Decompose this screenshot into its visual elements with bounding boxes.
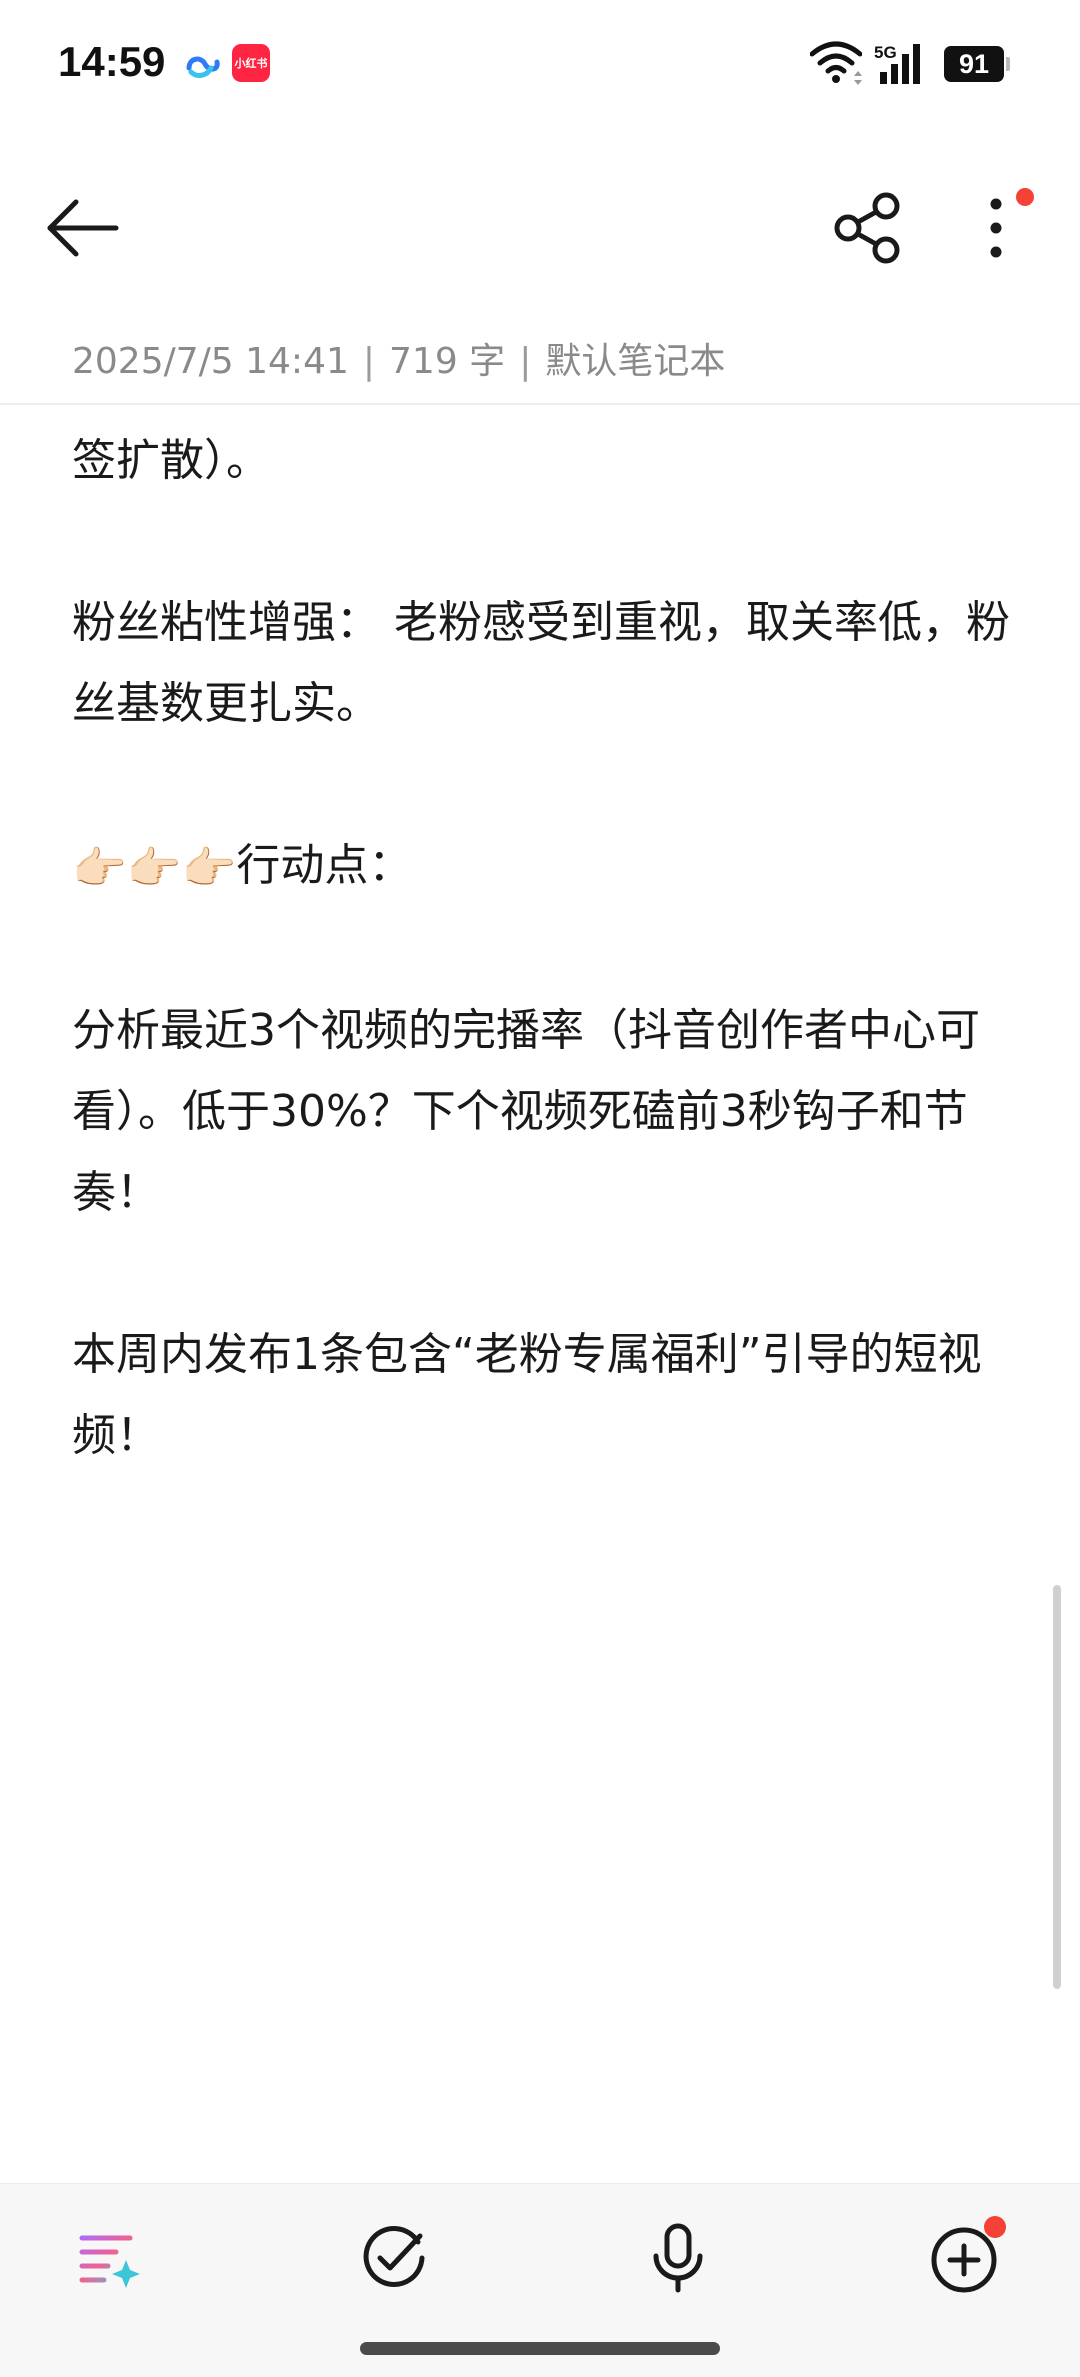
svg-text:5G: 5G (874, 43, 897, 62)
back-button[interactable] (46, 196, 122, 260)
status-time: 14:59 (58, 38, 166, 85)
xiaohongshu-icon: 小红书 (232, 44, 270, 82)
note-meta: 2025/7/5 14:41 | 719 字 | 默认笔记本 (72, 332, 725, 384)
baidu-netdisk-icon (186, 56, 220, 78)
checklist-button[interactable] (356, 2220, 432, 2296)
battery-indicator: 91 (944, 46, 1010, 82)
word-count: 719 字 (389, 341, 506, 382)
paragraph: 粉丝粘性增强： 老粉感受到重视，取关率低，粉丝基数更扎实。 (72, 597, 1010, 729)
notification-dot (1016, 188, 1034, 206)
battery-level: 91 (944, 46, 1004, 82)
more-options-button[interactable] (970, 190, 1022, 266)
ai-format-button[interactable] (70, 2220, 146, 2296)
scrollbar[interactable] (1053, 1585, 1061, 1989)
checklist-icon (363, 2226, 425, 2287)
status-bar: 14:59 小红书 5G 91 (0, 0, 1080, 130)
more-vertical-icon (990, 198, 1002, 258)
pointing-right-icon: 👉🏻👉🏻👉🏻 (72, 842, 237, 894)
paragraph: 签扩散）。 (72, 435, 270, 486)
add-notification-dot (984, 2216, 1006, 2238)
home-indicator[interactable] (360, 2342, 720, 2355)
ai-list-icon (79, 2235, 140, 2288)
note-datetime: 2025/7/5 14:41 (72, 341, 349, 382)
notebook-name[interactable]: 默认笔记本 (545, 341, 725, 382)
action-heading: 👉🏻👉🏻👉🏻行动点： (72, 825, 1022, 909)
header-divider (0, 403, 1080, 405)
note-body[interactable]: 签扩散）。 粉丝粘性增强： 老粉感受到重视，取关率低，粉丝基数更扎实。 👉🏻👉🏻… (72, 420, 1022, 1476)
cellular-signal-icon: 5G (874, 40, 934, 86)
share-icon (834, 192, 900, 264)
action-label: 行动点： (236, 840, 413, 891)
paragraph: 分析最近3个视频的完播率（抖音创作者中心可看）。低于30%？下个视频死磕前3秒钩… (72, 1004, 980, 1218)
paragraph: 本周内发布1条包含“老粉专属福利”引导的短视频！ (72, 1328, 982, 1461)
battery-tip (1006, 57, 1010, 71)
voice-input-button[interactable] (640, 2220, 716, 2296)
share-button[interactable] (832, 190, 904, 266)
meta-separator: | (362, 341, 376, 382)
meta-separator: | (519, 341, 532, 382)
arrow-left-icon (47, 199, 119, 257)
wifi-icon (810, 41, 862, 85)
microphone-icon (653, 2223, 703, 2293)
